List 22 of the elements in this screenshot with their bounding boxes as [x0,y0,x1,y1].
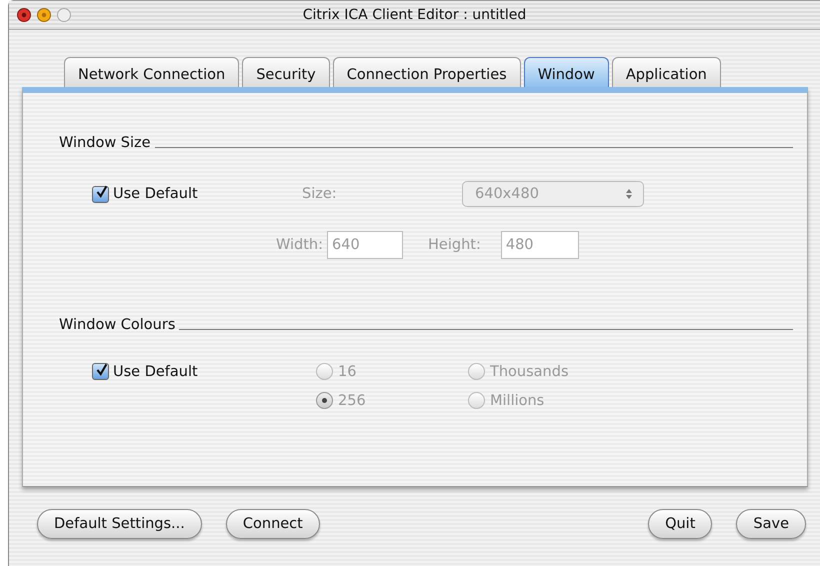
push-button[interactable]: Connect [226,509,320,539]
minimize-icon[interactable] [37,8,51,22]
push-button[interactable]: Default Settings... [37,509,202,539]
section-title: Window Colours [59,317,176,333]
tab[interactable]: Connection Properties [332,57,521,87]
checkmark-icon [95,362,108,378]
height-label: Height: [428,237,481,253]
checkbox-label: Use Default [113,364,198,380]
tab[interactable]: Security [242,57,330,87]
push-button[interactable]: Quit [648,509,712,539]
push-button[interactable]: Save [736,509,806,539]
tab[interactable]: Window [524,57,609,87]
size-label: Size: [302,186,338,202]
tab[interactable]: Network Connection [64,57,240,87]
tab[interactable]: Application [612,57,721,87]
section-title: Window Size [59,135,151,151]
checkbox-label: Use Default [113,186,198,202]
width-label: Width: [276,237,324,253]
window-title: Citrix ICA Client Editor : untitled [302,7,526,23]
checkmark-icon [95,184,108,200]
stepper-arrows-icon [625,188,633,200]
close-icon[interactable] [17,8,31,22]
